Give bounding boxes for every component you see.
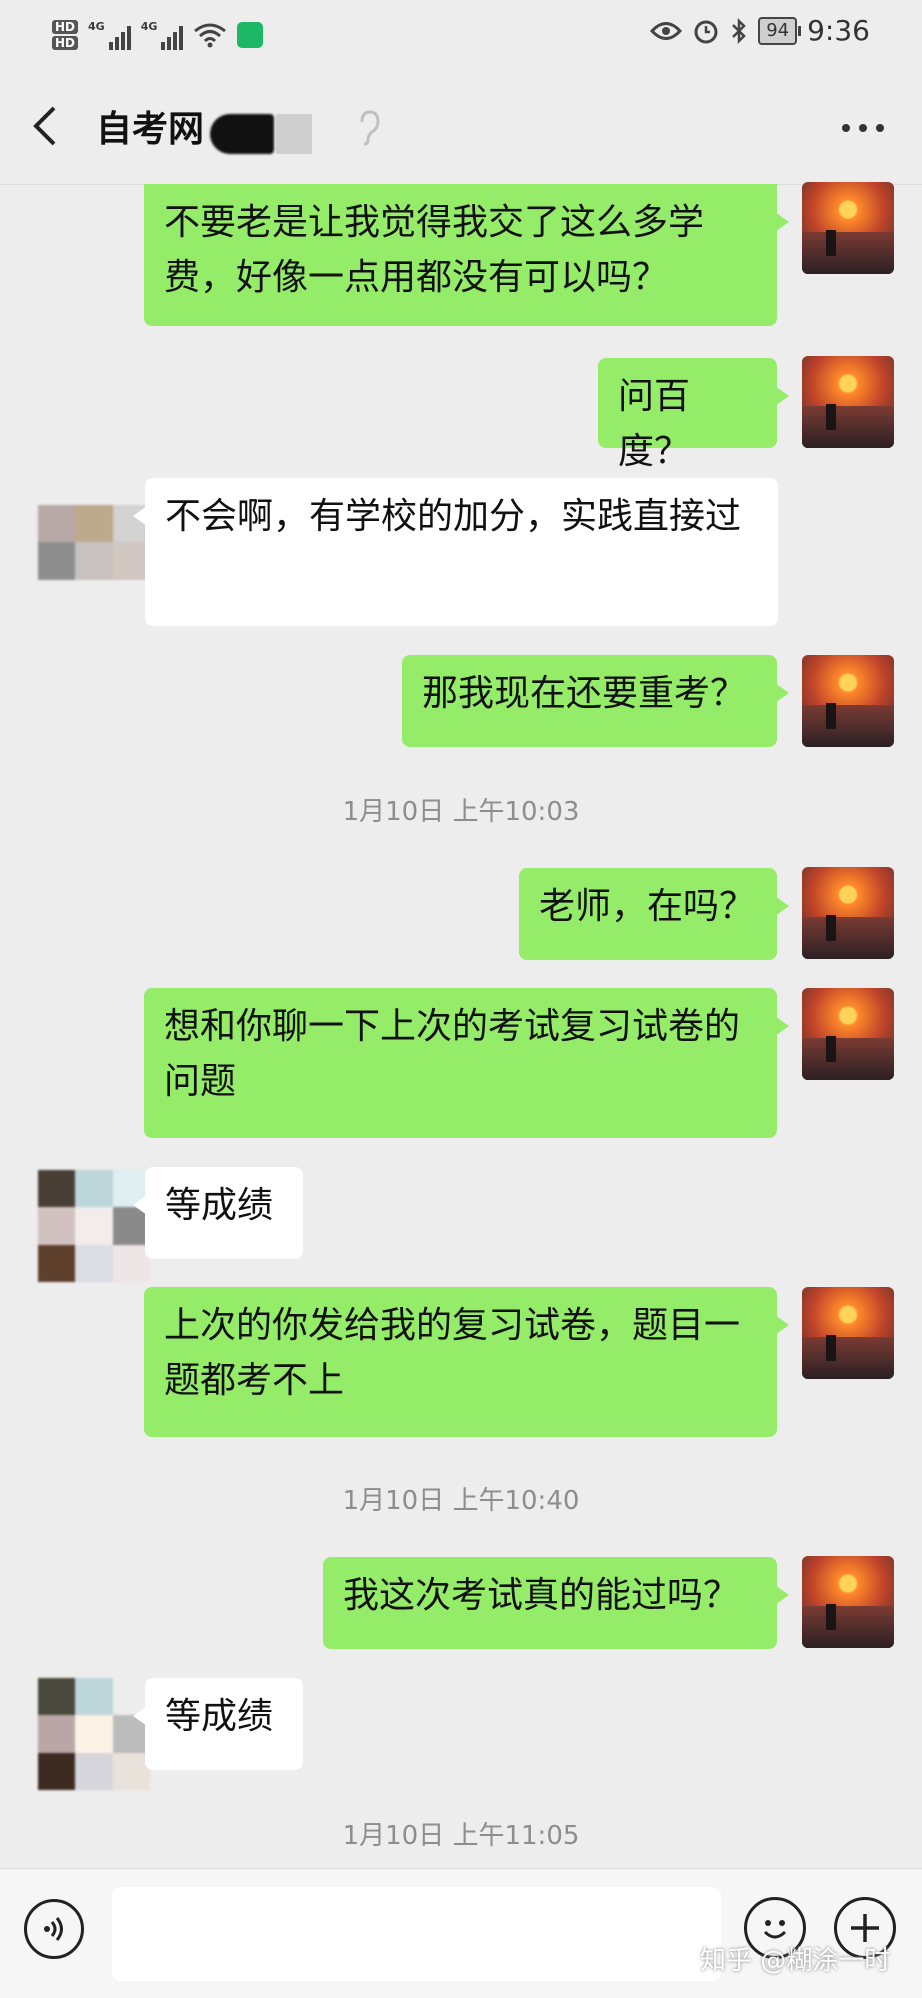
- ear-icon: [360, 110, 380, 146]
- status-left: HD HD 4G 4G: [52, 10, 264, 60]
- eye-icon: [650, 21, 683, 40]
- my-message[interactable]: 老师，在吗？: [519, 868, 789, 960]
- status-right: 94 9:36: [650, 14, 870, 47]
- signal-1-icon: 4G: [88, 20, 131, 50]
- timestamp: 1月10日 上午11:05: [342, 1821, 580, 1851]
- contact-avatar[interactable]: [38, 1170, 150, 1282]
- my-message[interactable]: 那我现在还要重考？: [402, 655, 789, 747]
- redacted-block: [210, 114, 274, 154]
- contact-message[interactable]: 等成绩: [133, 1678, 303, 1770]
- input-bar: [0, 1868, 922, 1998]
- my-avatar[interactable]: [802, 356, 894, 448]
- my-avatar[interactable]: [802, 988, 894, 1080]
- network-type-1: 4G: [88, 20, 105, 33]
- voice-glyph: [44, 1917, 63, 1941]
- battery-indicator: 94: [758, 16, 802, 45]
- more-button[interactable]: [842, 124, 884, 132]
- network-type-2: 4G: [140, 20, 158, 33]
- my-message[interactable]: 问百度？: [598, 358, 789, 472]
- redacted-block-2: [276, 114, 312, 154]
- status-bar: HD HD 4G 4G 94 9:36: [0, 0, 922, 66]
- my-message[interactable]: 上次的你发给我的复习试卷，题目一题都考不上: [144, 1287, 789, 1437]
- my-avatar[interactable]: [802, 1556, 894, 1648]
- my-avatar[interactable]: [802, 867, 894, 959]
- more-dot: [876, 124, 884, 132]
- my-avatar[interactable]: [802, 1287, 894, 1379]
- alarm-icon: [694, 20, 718, 43]
- hd-indicator: HD HD: [52, 18, 79, 52]
- hd-badge-1: HD: [52, 20, 79, 34]
- watermark: 知乎 @糊涂一时: [700, 1946, 891, 1976]
- hd-badge-2: HD: [52, 36, 79, 50]
- timestamp: 1月10日 上午10:40: [342, 1486, 580, 1516]
- bluetooth-icon: [732, 17, 746, 44]
- chat-title: 自考网: [96, 109, 205, 150]
- my-avatar[interactable]: [802, 655, 894, 747]
- contact-avatar[interactable]: [38, 1678, 150, 1790]
- chevron-left-icon[interactable]: [28, 104, 68, 148]
- voice-icon[interactable]: [24, 1899, 84, 1959]
- my-message[interactable]: 不要老是让我觉得我交了这么多学费，好像一点用都没有可以吗？: [144, 184, 789, 326]
- message-input[interactable]: [112, 1887, 721, 1981]
- my-message[interactable]: 我这次考试真的能过吗？: [323, 1557, 789, 1649]
- contact-message[interactable]: 等成绩: [133, 1167, 303, 1259]
- more-dot: [842, 124, 850, 132]
- signal-2-icon: 4G: [141, 20, 184, 50]
- timestamp: 1月10日 上午10:03: [342, 797, 580, 827]
- my-avatar[interactable]: [802, 182, 894, 274]
- more-dot: [859, 124, 867, 132]
- my-message[interactable]: 想和你聊一下上次的考试复习试卷的问题: [144, 988, 789, 1138]
- app-notification-icon: [237, 22, 264, 48]
- wifi-icon: [194, 23, 227, 48]
- contact-message[interactable]: 不会啊，有学校的加分，实践直接过: [133, 478, 778, 626]
- chat-header: 自考网: [0, 66, 922, 185]
- clock: 9:36: [807, 14, 870, 47]
